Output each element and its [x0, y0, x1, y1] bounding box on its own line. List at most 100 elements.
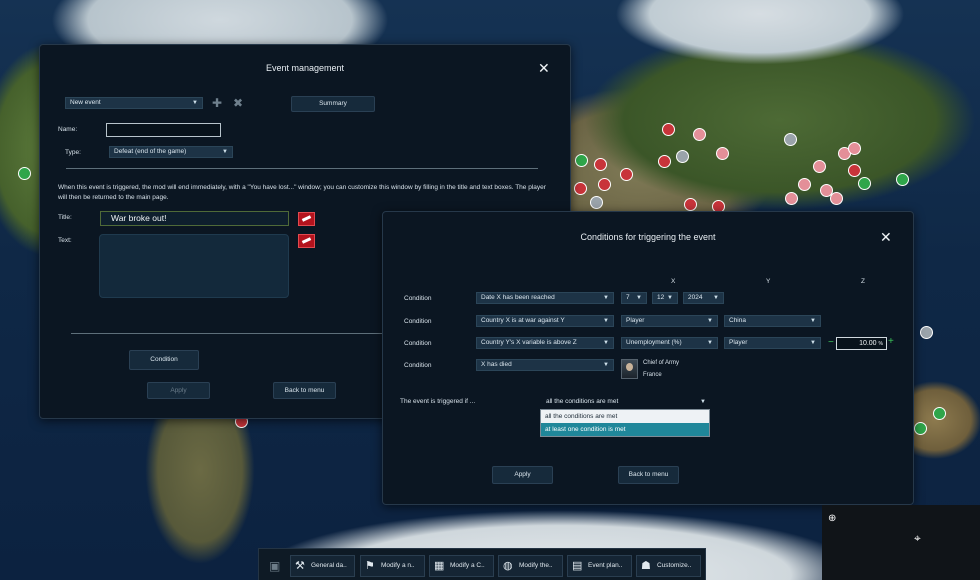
pink-city-marker[interactable]	[830, 192, 843, 205]
flag-icon: ⚑	[365, 560, 375, 572]
conditions-window-title: Conditions for triggering the event	[580, 232, 716, 242]
pink-city-marker[interactable]	[813, 160, 826, 173]
red-city-marker[interactable]	[598, 178, 611, 191]
zoom-icon[interactable]: ⊕	[828, 513, 836, 524]
dropdown-option-all[interactable]: all the conditions are met	[541, 410, 709, 423]
type-select-value: Defeat (end of the game)	[114, 148, 187, 155]
chevron-down-icon: ▼	[603, 362, 609, 368]
uk-flag-icon[interactable]	[298, 234, 315, 248]
taskbar-event-planner[interactable]: ▤ Event plan..	[567, 555, 632, 577]
green-city-marker[interactable]	[933, 407, 946, 420]
red-city-marker[interactable]	[574, 182, 587, 195]
taskbar-modify-city[interactable]: ▦ Modify a C..	[429, 555, 494, 577]
pink-city-marker[interactable]	[693, 128, 706, 141]
add-event-icon[interactable]: ✚	[212, 96, 222, 110]
globe-icon: ◍	[503, 560, 513, 572]
apply-button[interactable]: Apply	[492, 466, 553, 484]
month-select[interactable]: 12 ▼	[652, 292, 678, 304]
chevron-down-icon: ▼	[700, 399, 706, 405]
title-label: Title:	[58, 214, 72, 221]
variable-value: Unemployment (%)	[626, 339, 682, 346]
taskbar-label: General da..	[311, 562, 347, 569]
event-select[interactable]: New event ▼	[65, 97, 203, 109]
red-city-marker[interactable]	[594, 158, 607, 171]
pink-city-marker[interactable]	[798, 178, 811, 191]
z-value-input[interactable]: 10.00 %	[836, 337, 887, 350]
condition-label: Condition	[404, 362, 432, 369]
type-select[interactable]: Defeat (end of the game) ▼	[109, 146, 233, 158]
chevron-down-icon: ▼	[810, 318, 816, 324]
text-input[interactable]	[99, 234, 289, 298]
condition-type-select[interactable]: X has died ▼	[476, 359, 614, 371]
country-select[interactable]: Player ▼	[724, 337, 821, 349]
taskbar-general-data[interactable]: ⚒ General da..	[290, 555, 355, 577]
gray-city-marker[interactable]	[784, 133, 797, 146]
condition-label: Condition	[404, 295, 432, 302]
year-select[interactable]: 2024 ▼	[683, 292, 724, 304]
trigger-dropdown-list[interactable]: all the conditions are met at least one …	[540, 409, 710, 437]
trigger-select-value: all the conditions are met	[546, 398, 619, 405]
country-y-select[interactable]: China ▼	[724, 315, 821, 327]
condition-type-select[interactable]: Country Y's X variable is above Z ▼	[476, 337, 614, 349]
decrement-button[interactable]: −	[828, 337, 834, 348]
column-x-header: X	[671, 278, 676, 285]
z-unit: %	[878, 341, 883, 347]
green-city-marker[interactable]	[896, 173, 909, 186]
increment-button[interactable]: +	[888, 336, 894, 347]
red-city-marker[interactable]	[620, 168, 633, 181]
people-icon: ☗	[641, 560, 651, 572]
gray-city-marker[interactable]	[676, 150, 689, 163]
day-select[interactable]: 7 ▼	[621, 292, 647, 304]
condition-label: Condition	[404, 318, 432, 325]
red-city-marker[interactable]	[848, 164, 861, 177]
pink-city-marker[interactable]	[716, 147, 729, 160]
taskbar-customize[interactable]: ☗ Customize..	[636, 555, 701, 577]
type-label: Type:	[65, 149, 81, 156]
chevron-down-icon: ▼	[603, 318, 609, 324]
close-icon[interactable]: ✕	[880, 230, 892, 244]
title-input[interactable]: War broke out!	[100, 211, 289, 226]
person-portrait[interactable]	[621, 359, 638, 379]
chevron-down-icon: ▼	[713, 295, 719, 301]
back-to-menu-button[interactable]: Back to menu	[618, 466, 679, 484]
red-city-marker[interactable]	[658, 155, 671, 168]
back-to-menu-button[interactable]: Back to menu	[273, 382, 336, 399]
trigger-select[interactable]: all the conditions are met ▼	[541, 396, 711, 408]
dropdown-option-any[interactable]: at least one condition is met	[541, 423, 709, 436]
taskbar-label: Event plan..	[588, 562, 623, 569]
condition-type-select[interactable]: Date X has been reached ▼	[476, 292, 614, 304]
calendar-icon: ▤	[572, 560, 583, 572]
chevron-down-icon: ▼	[222, 149, 228, 155]
summary-button[interactable]: Summary	[291, 96, 375, 112]
uk-flag-icon[interactable]	[298, 212, 315, 226]
condition-button[interactable]: Condition	[129, 350, 199, 370]
variable-select[interactable]: Unemployment (%) ▼	[621, 337, 718, 349]
minimap[interactable]: ⊕ ⌖	[822, 505, 980, 580]
taskbar-label: Modify the..	[519, 562, 553, 569]
green-city-marker[interactable]	[858, 177, 871, 190]
condition-type-select[interactable]: Country X is at war against Y ▼	[476, 315, 614, 327]
close-icon[interactable]: ✕	[538, 61, 550, 75]
taskbar-modify-world[interactable]: ◍ Modify the..	[498, 555, 563, 577]
green-city-marker[interactable]	[914, 422, 927, 435]
red-city-marker[interactable]	[662, 123, 675, 136]
chevron-down-icon: ▼	[603, 340, 609, 346]
name-input[interactable]	[106, 123, 221, 137]
gray-city-marker[interactable]	[920, 326, 933, 339]
chevron-down-icon: ▼	[636, 295, 642, 301]
green-city-marker[interactable]	[575, 154, 588, 167]
event-description: When this event is triggered, the mod wi…	[58, 184, 546, 201]
delete-event-icon[interactable]: ✖	[233, 96, 243, 110]
gray-city-marker[interactable]	[590, 196, 603, 209]
taskbar-modify-nation[interactable]: ⚑ Modify a n..	[360, 555, 425, 577]
green-city-marker[interactable]	[18, 167, 31, 180]
pink-city-marker[interactable]	[785, 192, 798, 205]
pink-city-marker[interactable]	[848, 142, 861, 155]
person-role: Chief of Army	[643, 360, 680, 366]
country-x-select[interactable]: Player ▼	[621, 315, 718, 327]
red-city-marker[interactable]	[684, 198, 697, 211]
apply-button[interactable]: Apply	[147, 382, 210, 399]
chevron-down-icon: ▼	[192, 100, 198, 106]
save-icon[interactable]: ▣	[269, 559, 280, 573]
conditions-window: Conditions for triggering the event ✕ X …	[382, 211, 914, 505]
